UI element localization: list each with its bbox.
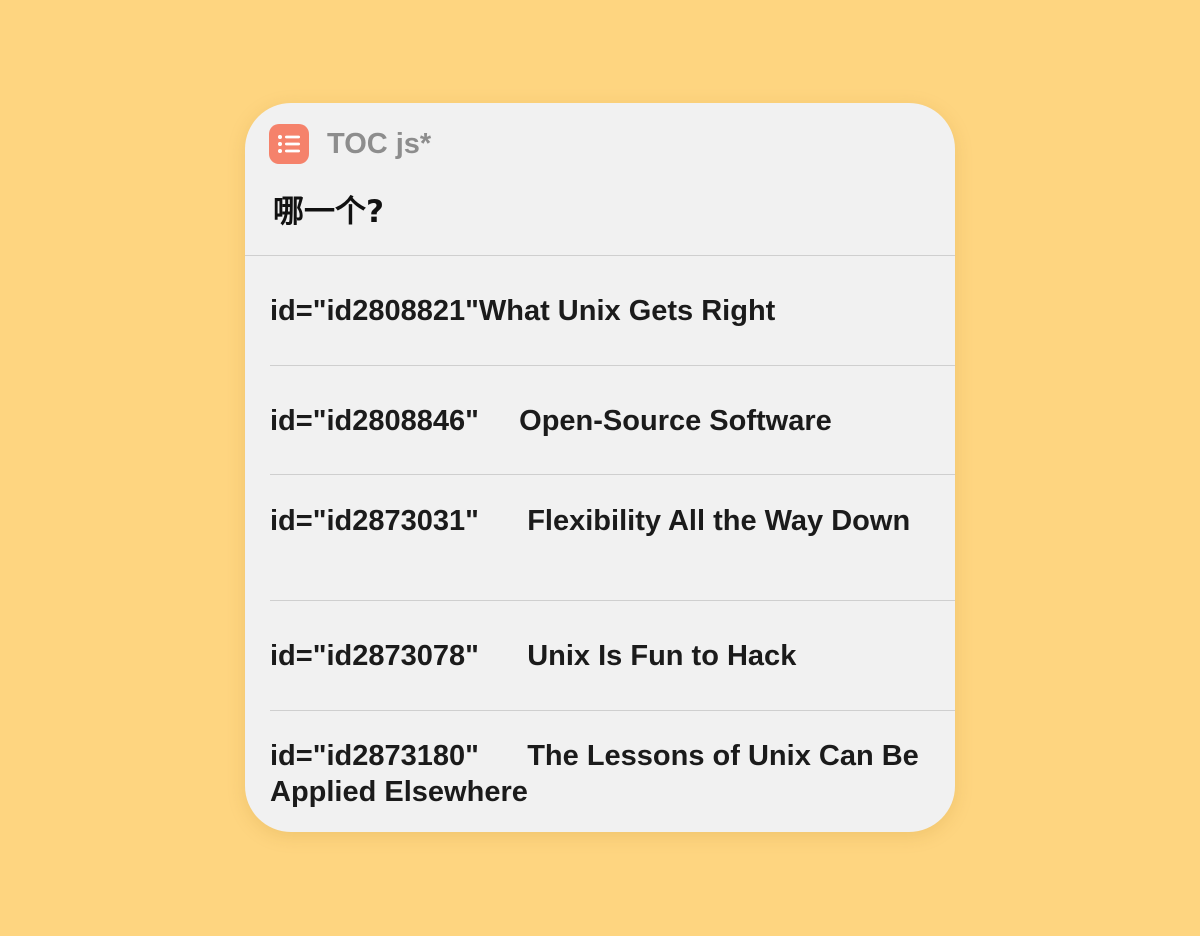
- list-icon: [269, 124, 309, 164]
- list-item[interactable]: id="id2873180" The Lessons of Unix Can B…: [270, 711, 955, 832]
- list-item-label: id="id2808846" Open-Source Software: [270, 405, 832, 437]
- list-item-label: id="id2873180" The Lessons of Unix Can B…: [270, 740, 926, 808]
- app-name: TOC js*: [327, 127, 432, 160]
- dialog-header: TOC js*: [269, 123, 431, 165]
- list-item[interactable]: id="id2873078" Unix Is Fun to Hack: [270, 601, 955, 711]
- list-item[interactable]: id="id2808821"What Unix Gets Right: [270, 256, 955, 366]
- list-item[interactable]: id="id2808846" Open-Source Software: [270, 366, 955, 475]
- choose-from-list-dialog: TOC js* 哪一个? id="id2808821"What Unix Get…: [245, 103, 955, 832]
- list-item[interactable]: id="id2873031" Flexibility All the Way D…: [270, 475, 955, 601]
- options-list: id="id2808821"What Unix Gets Right id="i…: [245, 255, 955, 832]
- list-item-label: id="id2873078" Unix Is Fun to Hack: [270, 640, 797, 672]
- dialog-prompt: 哪一个?: [273, 194, 384, 230]
- list-item-label: id="id2808821"What Unix Gets Right: [270, 295, 776, 327]
- list-item-label: id="id2873031" Flexibility All the Way D…: [270, 505, 911, 537]
